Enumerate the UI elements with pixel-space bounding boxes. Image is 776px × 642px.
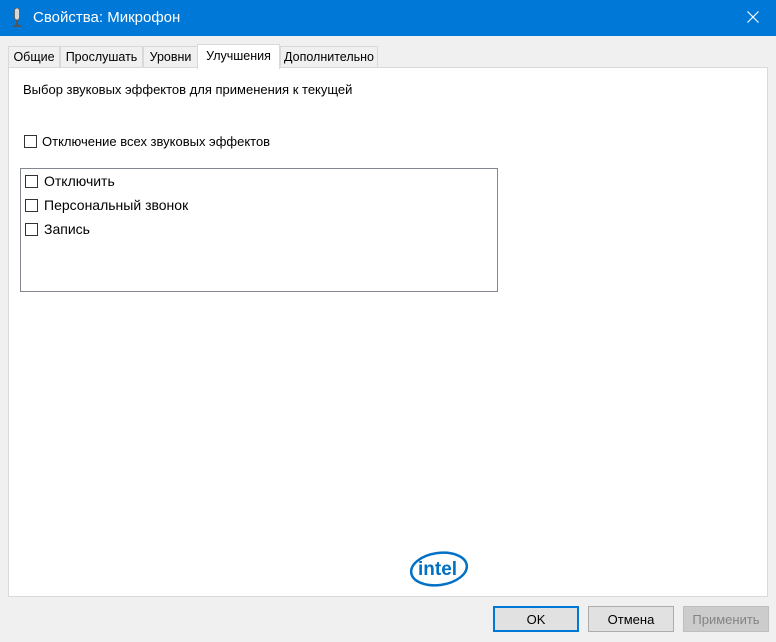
list-item[interactable]: Персональный звонок xyxy=(25,196,188,214)
effect-checkbox[interactable] xyxy=(25,222,38,236)
tab-listen[interactable]: Прослушать xyxy=(60,46,143,67)
disable-all-checkbox[interactable] xyxy=(24,135,37,148)
disable-all-effects-option[interactable]: Отключение всех звуковых эффектов xyxy=(24,134,270,149)
window-title: Свойства: Микрофон xyxy=(33,9,181,26)
effects-list[interactable]: Отключить Персональный звонок Запись xyxy=(20,168,498,292)
effect-checkbox[interactable] xyxy=(25,174,38,188)
effect-label: Персональный звонок xyxy=(44,197,189,213)
effect-label: Отключить xyxy=(44,173,115,189)
title-bar[interactable]: Свойства: Микрофон xyxy=(0,0,776,36)
intel-logo-text: intel xyxy=(418,559,457,580)
tab-general[interactable]: Общие xyxy=(8,46,60,67)
list-item[interactable]: Отключить xyxy=(25,172,115,190)
cancel-button[interactable]: Отмена xyxy=(588,606,674,632)
enhancements-panel: Выбор звуковых эффектов для применения к… xyxy=(8,67,768,597)
close-icon xyxy=(747,10,759,26)
apply-button[interactable]: Применить xyxy=(683,606,769,632)
ok-button[interactable]: OK xyxy=(493,606,579,632)
close-button[interactable] xyxy=(730,0,776,36)
tab-advanced[interactable]: Дополнительно xyxy=(280,46,378,67)
tab-levels[interactable]: Уровни xyxy=(143,46,198,67)
list-item[interactable]: Запись xyxy=(25,220,90,238)
effect-checkbox[interactable] xyxy=(25,198,38,212)
tab-enhancements[interactable]: Улучшения xyxy=(197,44,280,69)
microphone-icon xyxy=(12,7,22,28)
intel-logo: intel xyxy=(409,548,471,590)
disable-all-label: Отключение всех звуковых эффектов xyxy=(42,134,271,149)
effect-label: Запись xyxy=(44,221,90,237)
window-body: Общие Прослушать Уровни Улучшения Дополн… xyxy=(0,36,776,642)
description-text: Выбор звуковых эффектов для применения к… xyxy=(23,82,353,97)
